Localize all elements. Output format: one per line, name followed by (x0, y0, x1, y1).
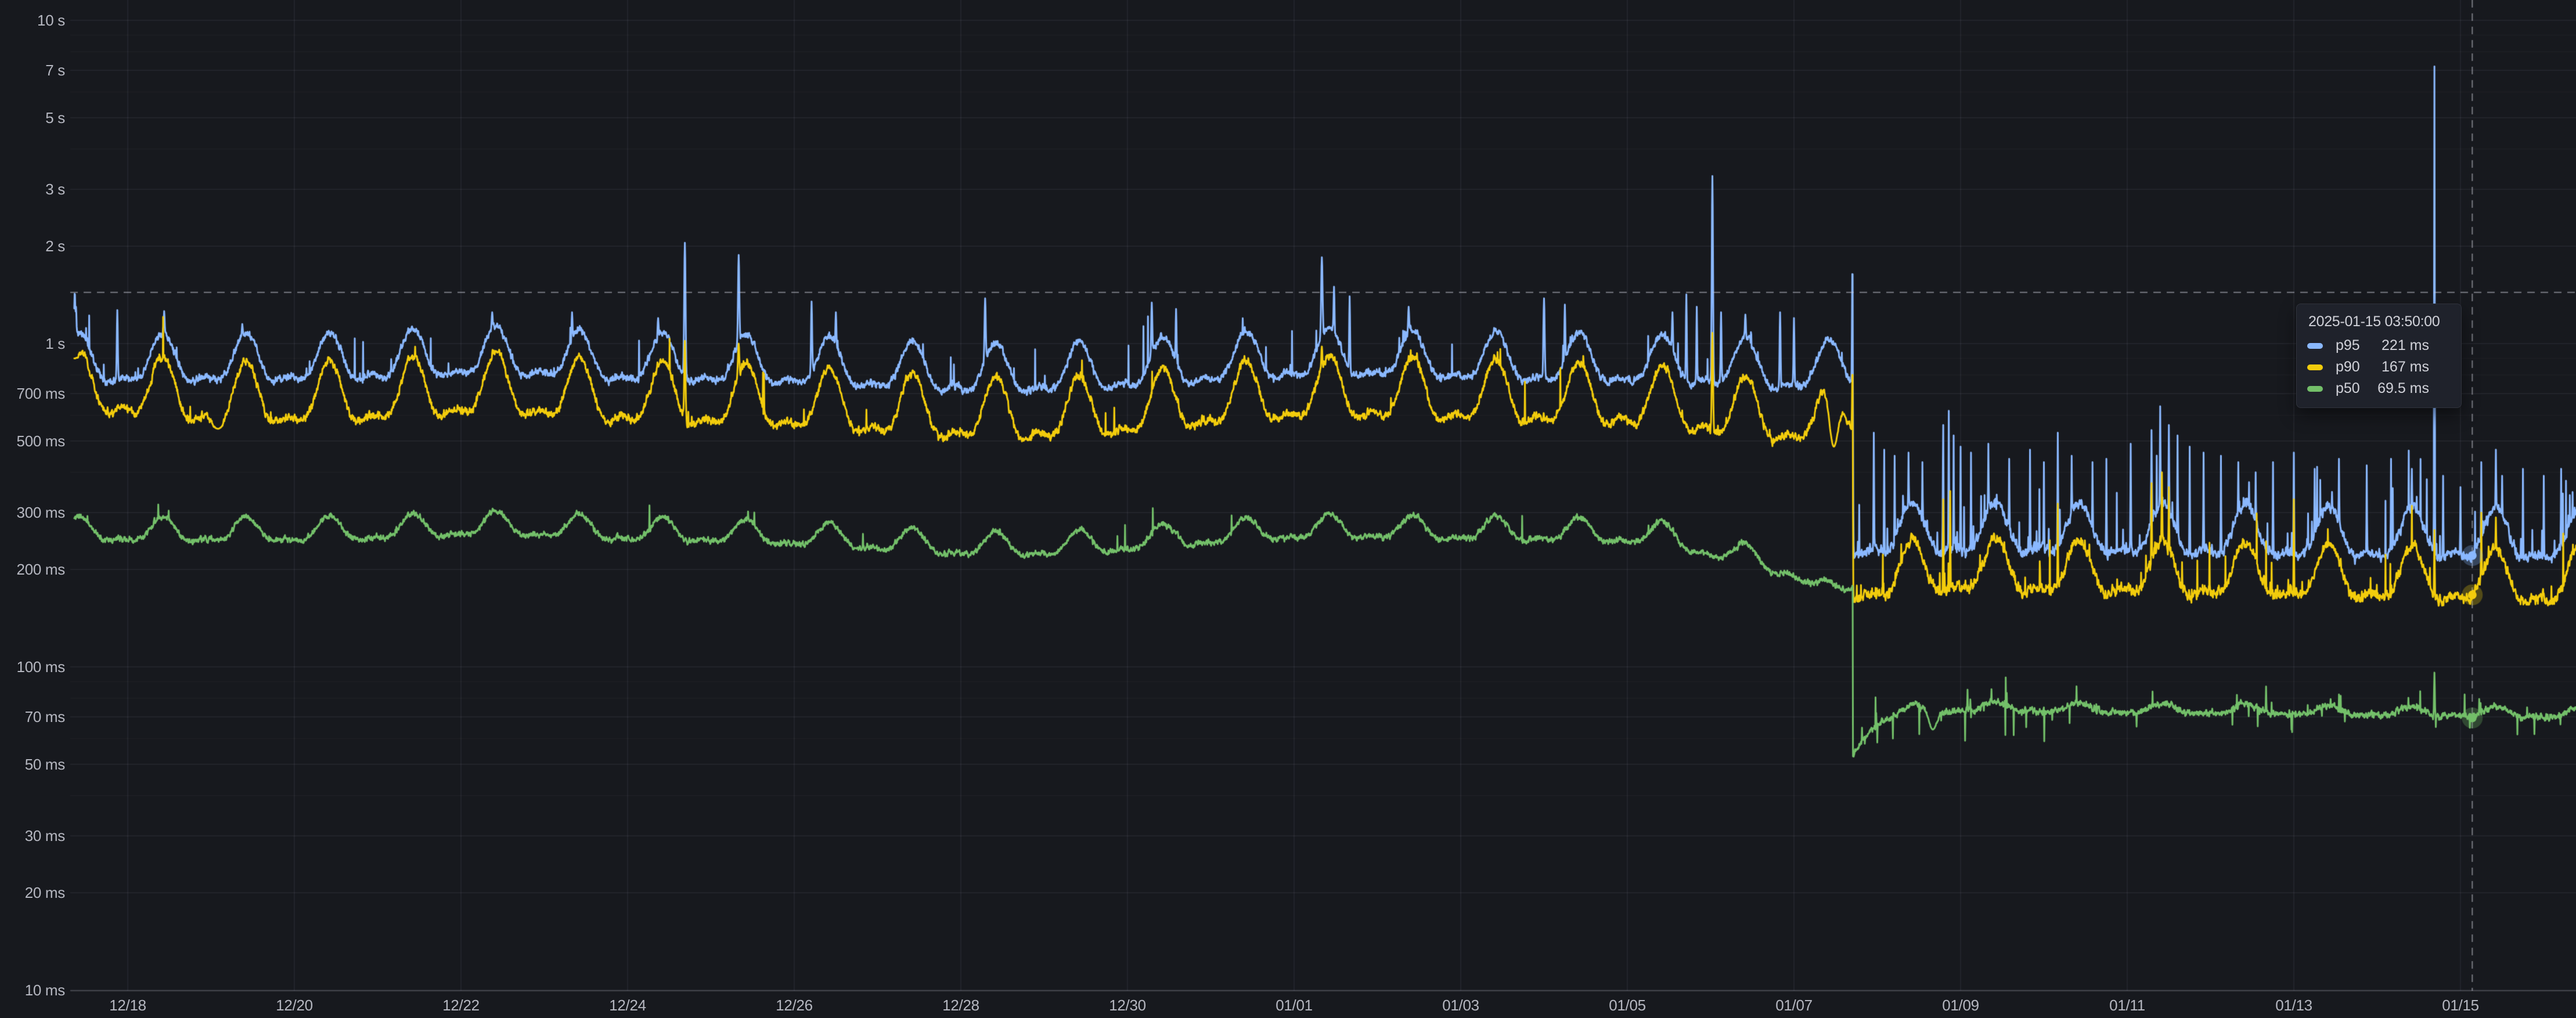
x-axis-label: 01/09 (1914, 996, 2007, 1015)
y-axis-label: 100 ms (0, 658, 65, 676)
tooltip-timestamp: 2025-01-15 03:50:00 (2308, 313, 2451, 330)
y-axis-label: 50 ms (0, 755, 65, 774)
tooltip-series-label: p90 (2336, 359, 2360, 376)
y-axis-label: 5 s (0, 109, 65, 127)
timeseries-panel: 10 s 7 s 5 s 3 s 2 s 1 s 700 ms 500 ms 300 ms 200… (0, 0, 2576, 1018)
x-axis-label: 01/01 (1248, 996, 1341, 1015)
grafana-latency-panel: { "colors":{ "background":"#17191E", "gr… (0, 0, 2576, 1018)
x-axis-label: 12/24 (581, 996, 674, 1015)
x-axis-label: 01/05 (1581, 996, 1674, 1015)
tooltip-series-label: p50 (2336, 380, 2360, 397)
series-swatch-p95-icon (2307, 343, 2323, 349)
x-axis-label: 01/15 (2414, 996, 2507, 1015)
x-axis-label: 12/22 (415, 996, 507, 1015)
y-axis-label: 70 ms (0, 707, 65, 726)
x-axis-label: 01/03 (1414, 996, 1507, 1015)
y-axis-label: 10 ms (0, 981, 65, 999)
y-axis-label: 300 ms (0, 503, 65, 522)
y-axis-label: 700 ms (0, 384, 65, 403)
series-swatch-p50-icon (2307, 386, 2323, 392)
y-axis-label: 2 s (0, 237, 65, 255)
y-axis-label: 500 ms (0, 432, 65, 450)
x-axis-label: 12/18 (81, 996, 174, 1015)
y-axis-label: 7 s (0, 61, 65, 80)
tooltip-series-value: 221 ms (2382, 337, 2429, 354)
x-axis-label: 01/13 (2247, 996, 2340, 1015)
series-swatch-p90-icon (2307, 364, 2323, 370)
x-axis-label: 01/11 (2081, 996, 2174, 1015)
tooltip-series-value: 69.5 ms (2377, 380, 2429, 397)
y-axis-label: 20 ms (0, 883, 65, 902)
y-axis-label: 3 s (0, 180, 65, 198)
tooltip-row-p90: p90 167 ms (2307, 356, 2451, 378)
tooltip-row-p95: p95 221 ms (2307, 335, 2451, 356)
y-axis-label: 1 s (0, 334, 65, 353)
x-axis-label: 01/07 (1748, 996, 1840, 1015)
tooltip-series-value: 167 ms (2382, 359, 2429, 376)
timeseries-canvas[interactable] (0, 0, 2576, 1018)
x-axis-label: 12/26 (748, 996, 841, 1015)
tooltip-row-p50: p50 69.5 ms (2307, 378, 2451, 399)
x-axis-label: 12/20 (248, 996, 341, 1015)
hover-tooltip: 2025-01-15 03:50:00 p95 221 ms p90 167 m… (2296, 304, 2462, 408)
x-axis-label: 12/30 (1081, 996, 1174, 1015)
x-axis-label: 12/28 (914, 996, 1007, 1015)
y-axis-label: 30 ms (0, 826, 65, 845)
y-axis-label: 10 s (0, 11, 65, 30)
tooltip-series-label: p95 (2336, 337, 2360, 354)
y-axis-label: 200 ms (0, 560, 65, 579)
